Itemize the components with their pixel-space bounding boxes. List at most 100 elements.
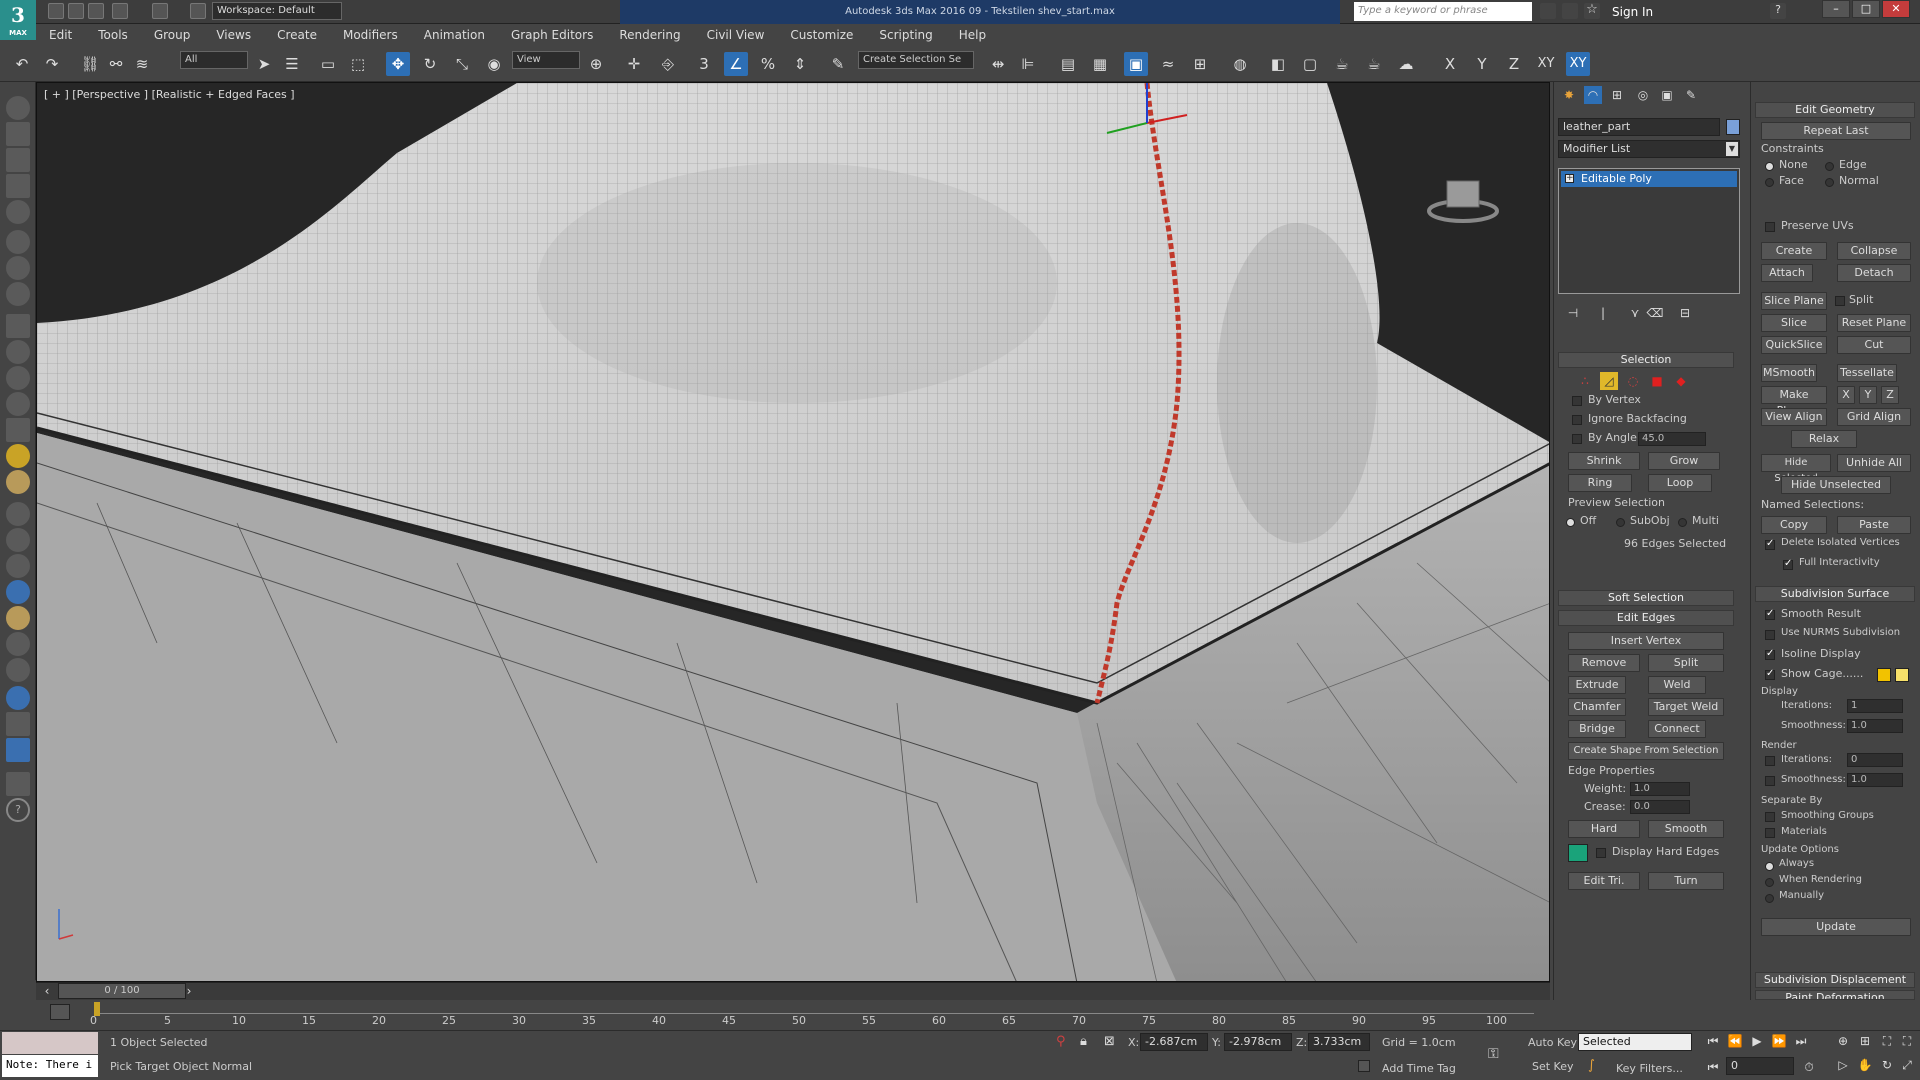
- undo-icon[interactable]: ↶: [10, 52, 34, 76]
- preview-subobj-radio[interactable]: [1616, 518, 1625, 527]
- expand-icon[interactable]: +: [1565, 174, 1574, 183]
- gear-tool-icon[interactable]: [6, 658, 30, 682]
- edit-geometry-rollout-header[interactable]: Edit Geometry: [1755, 102, 1915, 118]
- chevron-right-icon[interactable]: ›: [180, 982, 198, 1000]
- planar-y-button[interactable]: Y: [1859, 386, 1877, 404]
- create-shape-button[interactable]: Create Shape From Selection: [1568, 742, 1724, 760]
- render-iterative-icon[interactable]: ☕: [1362, 52, 1386, 76]
- object-color-swatch[interactable]: [1726, 119, 1740, 135]
- current-frame-field[interactable]: 0: [1726, 1057, 1794, 1075]
- keyboard-shortcut-override-icon[interactable]: ⎆: [656, 52, 680, 76]
- chevron-left-icon[interactable]: ‹: [38, 982, 56, 1000]
- vertex-mode-icon[interactable]: ∴: [1576, 372, 1594, 390]
- angle-snap-icon[interactable]: ∠: [724, 52, 748, 76]
- modifier-list-dropdown[interactable]: Modifier List: [1558, 140, 1740, 158]
- display-hard-edges-checkbox[interactable]: [1596, 848, 1606, 858]
- rectangle-selection-icon[interactable]: ▭: [316, 52, 340, 76]
- scene-explorer-icon[interactable]: ▦: [1088, 52, 1112, 76]
- object-name-field[interactable]: leather_part: [1558, 118, 1720, 136]
- chamfer-button[interactable]: Chamfer: [1568, 698, 1626, 716]
- zoom-extents-all-icon[interactable]: ⛶: [1898, 1032, 1916, 1050]
- insert-vertex-button[interactable]: Insert Vertex: [1568, 632, 1724, 650]
- menu-edit[interactable]: Edit: [36, 24, 85, 46]
- constraint-none-radio[interactable]: [1765, 162, 1774, 171]
- menu-create[interactable]: Create: [264, 24, 330, 46]
- hierarchy-tab-icon[interactable]: ⊞: [1608, 86, 1626, 104]
- menu-rendering[interactable]: Rendering: [606, 24, 693, 46]
- hard-edge-color-swatch[interactable]: [1568, 844, 1588, 862]
- material-tool-icon[interactable]: [6, 470, 30, 494]
- project-folder-icon[interactable]: [190, 3, 206, 19]
- key-icon[interactable]: ⚿: [1488, 1046, 1516, 1062]
- go-to-start-icon[interactable]: ⏮: [1704, 1032, 1722, 1050]
- menu-views[interactable]: Views: [203, 24, 264, 46]
- minimize-button[interactable]: –: [1822, 0, 1850, 18]
- pivot-center-icon[interactable]: ⊕: [584, 52, 608, 76]
- render-tool-icon[interactable]: [6, 712, 30, 736]
- lock-selection-icon[interactable]: 🔒︎: [1080, 1034, 1096, 1050]
- table-tool-icon[interactable]: [6, 174, 30, 198]
- modify-tab-icon[interactable]: ◠: [1584, 86, 1602, 104]
- menu-animation[interactable]: Animation: [411, 24, 498, 46]
- edit-named-selection-icon[interactable]: ✎: [826, 52, 850, 76]
- material-editor-icon[interactable]: ◍: [1228, 52, 1252, 76]
- viewport-mesh[interactable]: [37, 83, 1550, 982]
- binoculars-icon[interactable]: [1540, 3, 1556, 19]
- border-mode-icon[interactable]: ◌: [1624, 372, 1642, 390]
- split-checkbox[interactable]: [1835, 296, 1845, 306]
- help-icon[interactable]: ?: [1770, 3, 1786, 19]
- select-by-name-icon[interactable]: ☰: [280, 52, 304, 76]
- stack-tool-icon[interactable]: [6, 772, 30, 796]
- go-to-end-icon[interactable]: ⏭: [1792, 1032, 1810, 1050]
- show-cage-checkbox[interactable]: [1765, 668, 1775, 680]
- weight-spinner[interactable]: 1.0: [1630, 782, 1690, 796]
- update-button[interactable]: Update: [1761, 918, 1911, 936]
- hf-tool-icon[interactable]: [6, 632, 30, 656]
- make-planar-button[interactable]: Make Planar: [1761, 386, 1827, 417]
- select-manipulate-icon[interactable]: ✛: [622, 52, 646, 76]
- select-and-place-icon[interactable]: ◉: [482, 52, 506, 76]
- cloth-tool-icon[interactable]: [6, 554, 30, 578]
- update-manually-radio[interactable]: [1765, 894, 1774, 903]
- reset-plane-button[interactable]: Reset Plane: [1837, 314, 1911, 332]
- axis-x-button[interactable]: X: [1438, 52, 1462, 76]
- app-logo-button[interactable]: 3 MAX: [0, 0, 36, 40]
- maxscript-listener-input[interactable]: [2, 1032, 98, 1054]
- axis-y-button[interactable]: Y: [1470, 52, 1494, 76]
- angle-spinner[interactable]: 45.0: [1638, 432, 1706, 446]
- mini-curve-editor-icon[interactable]: [50, 1004, 70, 1020]
- grow-button[interactable]: Grow: [1648, 452, 1720, 470]
- hair-tool-icon[interactable]: [6, 502, 30, 526]
- msmooth-button[interactable]: MSmooth: [1761, 364, 1817, 382]
- select-and-rotate-icon[interactable]: ↻: [418, 52, 442, 76]
- loop-button[interactable]: Loop: [1648, 474, 1712, 492]
- schematic-view-icon[interactable]: ⊞: [1188, 52, 1212, 76]
- hard-button[interactable]: Hard: [1568, 820, 1640, 838]
- render-smoothness-checkbox[interactable]: [1765, 776, 1775, 786]
- update-always-radio[interactable]: [1765, 862, 1774, 871]
- render-in-cloud-icon[interactable]: ☁: [1394, 52, 1418, 76]
- isolate-selection-icon[interactable]: ⚲: [1056, 1034, 1072, 1050]
- film-tool-icon[interactable]: [6, 282, 30, 306]
- pan-icon[interactable]: ✋: [1856, 1056, 1874, 1074]
- menu-group[interactable]: Group: [141, 24, 204, 46]
- maximize-viewport-icon[interactable]: ⤢: [1898, 1056, 1916, 1074]
- help-icon[interactable]: ?: [6, 798, 30, 822]
- preview-off-radio[interactable]: [1566, 518, 1575, 527]
- smooth-result-checkbox[interactable]: [1765, 608, 1775, 620]
- cut-button[interactable]: Cut: [1837, 336, 1911, 354]
- connect-button[interactable]: Connect: [1648, 720, 1706, 738]
- close-button[interactable]: ✕: [1882, 0, 1910, 18]
- edit-tri-button[interactable]: Edit Tri.: [1568, 872, 1640, 890]
- zoom-extents-icon[interactable]: ⛶: [1878, 1032, 1896, 1050]
- rendered-frame-window-icon[interactable]: ▢: [1298, 52, 1322, 76]
- paint-deformation-rollout-header[interactable]: Paint Deformation: [1755, 990, 1915, 1000]
- redo-icon[interactable]: [152, 3, 168, 19]
- z-coordinate-field[interactable]: 3.733cm: [1308, 1033, 1370, 1051]
- collapse-button[interactable]: Collapse: [1837, 242, 1911, 260]
- preserve-uvs-checkbox[interactable]: [1765, 222, 1775, 232]
- camera-tool-icon[interactable]: [6, 230, 30, 254]
- menu-customize[interactable]: Customize: [777, 24, 866, 46]
- by-vertex-checkbox[interactable]: [1572, 396, 1582, 406]
- render-smoothness-spinner[interactable]: 1.0: [1847, 773, 1903, 787]
